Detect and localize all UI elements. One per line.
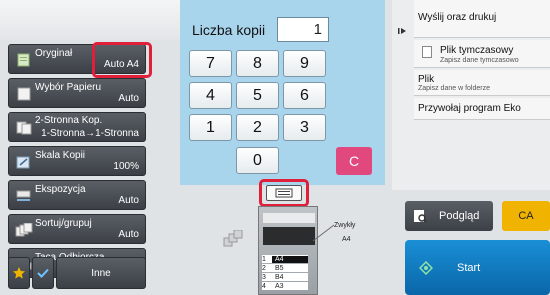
key-9[interactable]: 9 [283, 50, 326, 77]
tray-row-2[interactable]: 2 B5 [262, 264, 308, 272]
preview-label: Podgląd [439, 210, 480, 222]
exposure-value: Auto [118, 195, 139, 206]
top-bar [0, 0, 180, 40]
key-3[interactable]: 3 [283, 114, 326, 141]
duplex-title: 2-Stronna Kop. [35, 115, 103, 126]
duplex-button[interactable]: 2-Stronna Kop. 1-Stronna→1-Stronna [8, 112, 146, 142]
tray-2-number: 2 [262, 264, 266, 272]
exposure-icon [16, 190, 31, 201]
duplex-icon [16, 121, 32, 135]
keypad-panel: Liczba kopii 1 7 8 9 4 5 6 1 2 3 0 C [180, 0, 385, 185]
original-title: Oryginał [35, 48, 73, 59]
key-0[interactable]: 0 [236, 147, 279, 174]
other-button[interactable]: Inne [56, 257, 146, 289]
exposure-button[interactable]: Ekspozycja Auto [8, 180, 146, 210]
tray-3-number: 3 [262, 273, 266, 281]
checkmark-icon [37, 268, 49, 278]
tray-row-3[interactable]: 3 B4 [262, 273, 308, 281]
highlight-preview-thumbnail [259, 179, 309, 207]
preview-icon [414, 210, 427, 223]
clear-key[interactable]: C [336, 147, 372, 175]
bottom-left-bar: Inne [8, 257, 146, 289]
duplex-value: 1-Stronna→1-Stronna [41, 128, 139, 139]
paper-icon [17, 87, 31, 101]
callout-line [312, 224, 335, 242]
key-5[interactable]: 5 [236, 82, 279, 109]
file-label: Plik [418, 74, 435, 85]
tray-2-size: B5 [275, 264, 284, 272]
eco-program-item[interactable]: Przywołaj program Eko [414, 98, 550, 120]
panel-collapse-icon [398, 28, 406, 34]
panel-toggle-button[interactable] [392, 0, 412, 62]
file-item[interactable]: Plik Zapisz dane w folderze [414, 70, 550, 96]
tray-1-size: A4 [272, 255, 308, 263]
star-icon [13, 267, 25, 279]
zoom-title: Skala Kopii [35, 150, 86, 161]
sort-group-button[interactable]: Sortuj/grupuj Auto [8, 214, 146, 244]
sort-icon [15, 223, 33, 237]
temp-file-sub: Zapisz dane tymczasowo [440, 57, 519, 64]
send-and-print-label: Wyślij oraz drukuj [418, 12, 497, 23]
tray-row-1[interactable]: 1 A4 [262, 255, 308, 263]
exposure-title: Ekspozycja [35, 184, 86, 195]
paper-select-value: Auto [118, 93, 139, 104]
paper-size-label: A4 [342, 236, 351, 243]
tray-1-number: 1 [262, 255, 266, 263]
eco-program-label: Przywołaj program Eko [418, 103, 521, 114]
key-4[interactable]: 4 [189, 82, 232, 109]
tray-row-4[interactable]: 4 A3 [262, 282, 308, 290]
key-7[interactable]: 7 [189, 50, 232, 77]
copies-input[interactable]: 1 [277, 17, 329, 42]
sort-group-value: Auto [118, 229, 139, 240]
key-8[interactable]: 8 [236, 50, 279, 77]
favorite-button[interactable] [8, 257, 30, 289]
highlight-original-value [92, 42, 152, 78]
paper-select-button[interactable]: Wybór Papieru Auto [8, 78, 146, 108]
key-6[interactable]: 6 [283, 82, 326, 109]
zoom-button[interactable]: Skala Kopii 100% [8, 146, 146, 176]
file-sub: Zapisz dane w folderze [418, 85, 490, 92]
zoom-value: 100% [113, 161, 139, 172]
temp-file-checkbox[interactable] [422, 46, 432, 58]
key-1[interactable]: 1 [189, 114, 232, 141]
paper-type-label: Zwykły [334, 222, 356, 229]
tray-4-number: 4 [262, 282, 266, 290]
zoom-icon [16, 156, 30, 169]
tray-4-size: A3 [275, 282, 284, 290]
tray-3-size: B4 [275, 273, 284, 281]
sort-group-title: Sortuj/grupuj [35, 218, 92, 229]
original-icon [17, 53, 30, 67]
start-button[interactable]: Start [405, 240, 550, 295]
start-icon [419, 261, 433, 275]
copies-label: Liczba kopii [192, 22, 266, 38]
key-2[interactable]: 2 [236, 114, 279, 141]
check-button[interactable] [32, 257, 54, 289]
paper-select-title: Wybór Papieru [35, 82, 102, 93]
temp-file-item[interactable]: Plik tymczasowy Zapisz dane tymczasowo [414, 40, 550, 68]
preview-button[interactable]: Podgląd [405, 201, 493, 231]
sort-stack-icon [223, 230, 243, 247]
temp-file-label: Plik tymczasowy [440, 45, 514, 56]
start-label: Start [457, 262, 481, 274]
send-and-print-item[interactable]: Wyślij oraz drukuj [414, 0, 550, 38]
clear-all-button[interactable]: CA [502, 201, 550, 231]
